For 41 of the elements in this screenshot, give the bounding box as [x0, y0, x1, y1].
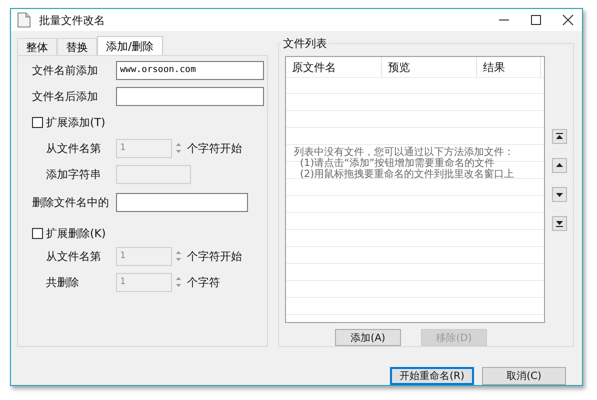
- field-label: 文件名后添加: [32, 88, 99, 104]
- bar-down-arrow-icon: [556, 220, 563, 227]
- unit-label: 个字符开始: [187, 248, 242, 264]
- field-label: 文件名前添加: [32, 62, 99, 78]
- input-field[interactable]: [116, 86, 264, 106]
- move-up-button[interactable]: [552, 158, 567, 173]
- input-field[interactable]: www.orsoon.com: [116, 60, 264, 80]
- checkbox-label: 扩展添加(T): [46, 114, 106, 130]
- file-list[interactable]: 原文件名 预览 结果 列表中没有文件，您可以通过以下方法添加文件： (1)请点击“添加”按钮增加需要重命名的文件 (2)用鼠标拖拽要重命名的文件到批里改名窗口上: [285, 56, 545, 323]
- unit-label: 个字符开始: [187, 140, 242, 156]
- field-label: 从文件名第: [46, 248, 102, 264]
- empty-list-message: 列表中没有文件，您可以通过以下方法添加文件：: [294, 147, 514, 158]
- close-icon[interactable]: [562, 14, 574, 26]
- unit-label: 个字符: [187, 274, 220, 290]
- tab[interactable]: 替换: [57, 38, 97, 55]
- input-field[interactable]: [116, 192, 248, 212]
- window-title: 批量文件改名: [39, 12, 105, 28]
- up-arrow-icon: [556, 162, 563, 169]
- group-title: 文件列表: [281, 36, 329, 51]
- field-label: 共删除: [46, 274, 80, 290]
- field-label: 从文件名第: [46, 140, 102, 156]
- column-header[interactable]: 结果: [477, 57, 541, 77]
- tab[interactable]: 添加/删除: [97, 36, 163, 55]
- move-bottom-button[interactable]: [552, 216, 567, 231]
- field-label: 添加字符串: [46, 166, 102, 182]
- dialog-button[interactable]: 开始重命名(R): [390, 367, 474, 385]
- move-down-button[interactable]: [552, 187, 567, 202]
- down-arrow-icon: [556, 191, 563, 198]
- move-top-button[interactable]: [552, 129, 567, 144]
- column-header[interactable]: 原文件名: [286, 57, 382, 77]
- empty-list-message: (1)请点击“添加”按钮增加需要重命名的文件: [299, 158, 496, 169]
- list-button[interactable]: 添加(A): [335, 329, 401, 346]
- bar-up-arrow-icon: [556, 133, 563, 140]
- checkbox-label: 扩展删除(K): [46, 226, 106, 240]
- tab[interactable]: 整体: [17, 38, 57, 55]
- empty-list-message: (2)用鼠标拖拽要重命名的文件到批里改名窗口上: [299, 169, 514, 180]
- dialog-button[interactable]: 取消(C): [482, 367, 566, 385]
- column-header[interactable]: 预览: [382, 57, 477, 77]
- maximize-icon[interactable]: [530, 14, 542, 26]
- field-label: 删除文件名中的: [32, 194, 110, 210]
- document-icon: [17, 12, 31, 28]
